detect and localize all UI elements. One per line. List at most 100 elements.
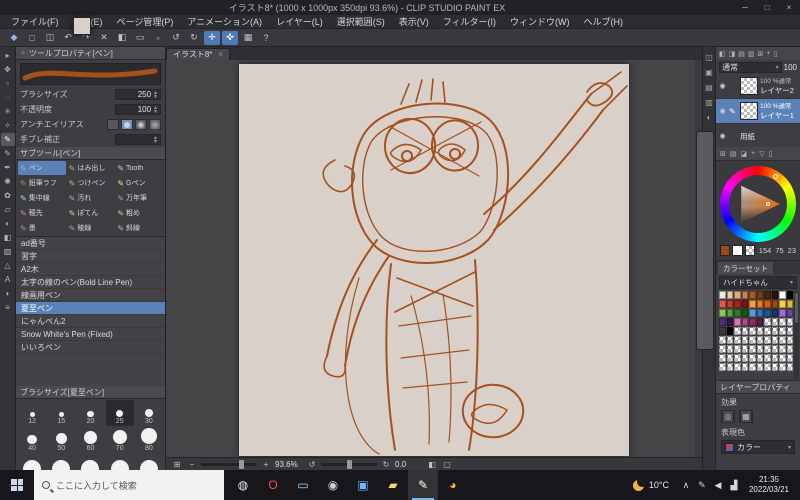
- color-swatch[interactable]: [764, 336, 771, 344]
- operation-tool-icon[interactable]: ▸: [1, 49, 15, 62]
- transparent-color-swatch[interactable]: [744, 245, 755, 256]
- snap-ruler-icon[interactable]: ✛: [204, 30, 220, 45]
- clip-studio-home-icon[interactable]: ◆: [6, 31, 22, 45]
- subtool-gpen[interactable]: ✎ Gペン: [115, 176, 163, 190]
- title-bar[interactable]: イラスト8* (1000 x 1000px 350dpi 93.6%) - CL…: [0, 0, 800, 15]
- maximize-button[interactable]: □: [756, 0, 778, 15]
- clip-studio-icon[interactable]: ◕: [438, 470, 468, 500]
- eyedropper-tool-icon[interactable]: ✧: [1, 119, 15, 132]
- color-swatch[interactable]: [741, 336, 748, 344]
- pen-list-item[interactable]: 線画用ペン: [16, 289, 165, 302]
- subtool-yogore[interactable]: ✎ 汚れ: [67, 191, 115, 205]
- main-color-swatch[interactable]: [720, 245, 731, 256]
- pen-list-item[interactable]: ad番号: [16, 237, 165, 250]
- color-swatch[interactable]: [771, 345, 778, 353]
- sub-color-swatch[interactable]: [732, 245, 743, 256]
- balloon-tool-icon[interactable]: ◗: [1, 287, 15, 300]
- color-set-select[interactable]: ハイドちゃん ▾: [719, 276, 797, 289]
- hue-ring[interactable]: [720, 166, 796, 242]
- color-swatch[interactable]: [726, 345, 733, 353]
- color-swatch[interactable]: [741, 318, 748, 326]
- brush-size-preset[interactable]: [76, 454, 104, 470]
- aa-medium-option[interactable]: [135, 119, 147, 130]
- brush-size-input[interactable]: 250 ▲ ▼: [115, 89, 161, 100]
- レイヤー1[interactable]: ◉ ✎ 100 %通常 レイヤー1: [716, 99, 800, 124]
- volume-icon[interactable]: ◀: [710, 480, 726, 491]
- brush-size-preset[interactable]: 40: [18, 427, 46, 453]
- transform-icon[interactable]: ▭: [132, 31, 148, 45]
- color-swatch[interactable]: [756, 318, 763, 326]
- pen-list-item[interactable]: A2木: [16, 263, 165, 276]
- color-swatch[interactable]: [786, 327, 793, 335]
- gradient-tool-icon[interactable]: ▨: [1, 245, 15, 258]
- color-swatch[interactable]: [786, 291, 793, 299]
- subtool-shuchusen[interactable]: ✎ 集中線: [18, 191, 66, 205]
- subtool-ryousen[interactable]: ✎ 稜線: [67, 221, 115, 235]
- color-swatch[interactable]: [741, 300, 748, 308]
- color-swatch[interactable]: [756, 309, 763, 317]
- rotate-view-right-icon[interactable]: ↻: [186, 31, 202, 45]
- select-tool-icon[interactable]: ▫: [1, 77, 15, 90]
- visibility-eye-icon[interactable]: ◉: [718, 82, 727, 90]
- color-set-tab[interactable]: カラーセット: [718, 262, 773, 274]
- canvas[interactable]: [239, 64, 629, 456]
- color-swatch[interactable]: [719, 318, 726, 326]
- color-swatch[interactable]: [771, 309, 778, 317]
- sv-marker[interactable]: [766, 202, 770, 206]
- brush-size-preset[interactable]: 20: [76, 400, 104, 426]
- color-swatch[interactable]: [741, 354, 748, 362]
- layer-mask-icon[interactable]: ◨: [729, 50, 736, 58]
- color-swatch[interactable]: [771, 327, 778, 335]
- layer-tone-icon[interactable]: ▥: [748, 50, 755, 58]
- blend-mode-select[interactable]: 通常 ▾: [719, 61, 782, 73]
- subtool-arame[interactable]: ✎ 粗め: [115, 206, 163, 220]
- zoom-in-icon[interactable]: +: [260, 460, 272, 469]
- stepper-icon[interactable]: ▲ ▼: [153, 135, 158, 144]
- layer-property-dock-icon[interactable]: ▥: [705, 98, 713, 107]
- saturation-value-triangle[interactable]: [741, 185, 781, 223]
- layer-dock-icon[interactable]: ▤: [705, 83, 713, 92]
- fill-tool-icon[interactable]: ◧: [1, 231, 15, 244]
- color-swatch[interactable]: [741, 345, 748, 353]
- color-swatch[interactable]: [719, 354, 726, 362]
- fit-to-screen-icon[interactable]: ⊞: [171, 460, 183, 469]
- zoom-slider[interactable]: [201, 459, 257, 469]
- color-swatch[interactable]: [719, 327, 726, 335]
- pen-list-item[interactable]: Snow White's Pen (Fixed): [16, 328, 165, 341]
- rotate-right-icon[interactable]: ↻: [380, 460, 392, 469]
- brush-size-preset[interactable]: [18, 454, 46, 470]
- color-swatch[interactable]: [734, 336, 741, 344]
- pen-list-item[interactable]: 習字: [16, 250, 165, 263]
- navigator-dock-icon[interactable]: ◫: [705, 53, 713, 62]
- fill-icon[interactable]: ◧: [114, 31, 130, 45]
- pen-list-item[interactable]: にゃんぺん2: [16, 315, 165, 328]
- brush-tool-icon[interactable]: ✒: [1, 161, 15, 174]
- subtool-sumi[interactable]: ✎ 墨: [18, 221, 66, 235]
- snap-special-ruler-icon[interactable]: ✜: [222, 30, 238, 45]
- brush-size-preset[interactable]: 70: [106, 427, 134, 453]
- new-canvas-icon[interactable]: □: [24, 31, 40, 45]
- color-swatch[interactable]: [764, 300, 771, 308]
- new-folder-icon[interactable]: ▤: [730, 150, 737, 158]
- color-swatch[interactable]: [749, 363, 756, 371]
- color-swatch[interactable]: [771, 363, 778, 371]
- color-swatch[interactable]: [756, 363, 763, 371]
- color-swatch[interactable]: [734, 363, 741, 371]
- color-swatch[interactable]: [741, 327, 748, 335]
- color-swatch[interactable]: [786, 336, 793, 344]
- start-button[interactable]: [0, 470, 34, 500]
- document-tab[interactable]: イラスト8* ×: [166, 48, 231, 60]
- border-effect-icon[interactable]: ◎: [721, 410, 735, 423]
- color-swatch[interactable]: [764, 318, 771, 326]
- color-swatch[interactable]: [786, 354, 793, 362]
- subtool-pen[interactable]: ✎ ペン: [18, 161, 66, 175]
- hue-marker[interactable]: [773, 174, 778, 179]
- color-swatch[interactable]: [749, 300, 756, 308]
- opacity-input[interactable]: 100 ▲ ▼: [115, 104, 161, 115]
- menu-item[interactable]: ウィンドウ(W): [503, 15, 577, 28]
- cortana-icon[interactable]: ◍: [228, 470, 258, 500]
- pen-list-item[interactable]: 夏至ペン: [16, 302, 165, 315]
- airbrush-tool-icon[interactable]: ✺: [1, 175, 15, 188]
- 用紙[interactable]: ◉ 用紙: [73, 17, 800, 147]
- add-mask-icon[interactable]: +: [751, 150, 755, 157]
